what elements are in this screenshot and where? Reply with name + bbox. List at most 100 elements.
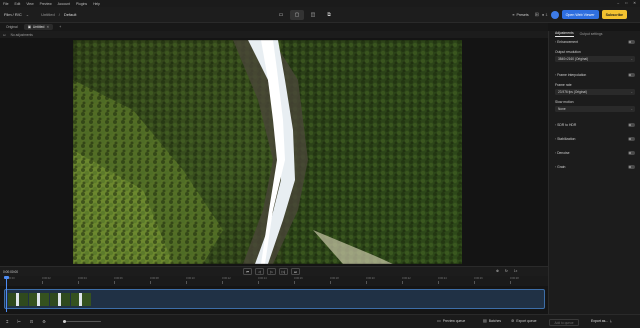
zoom-slider[interactable] [63,320,101,323]
trim-icon[interactable]: ⊢ [17,319,20,324]
window-controls: – □ ✕ [617,1,636,5]
clip-thumbnails [8,293,91,306]
section-enhancement[interactable]: › Enhancement [555,40,635,44]
frame-rate-select[interactable]: 23.976 fps (Original) ⌄ [555,89,635,95]
document-tabs: Original ▣ Untitled ✕ + [0,23,548,31]
ruler-tick: 0:00:22 [402,277,411,284]
adjustments-status: No adjustments [10,32,33,37]
ruler-tick: 0:00:04 [78,277,87,284]
collaborators[interactable]: ● 1 [542,12,548,17]
ruler-tick: 0:00:16 [294,277,303,284]
adjustments-panel: Adjustments Output settings › Enhancemen… [548,31,640,314]
close-tab-icon[interactable]: ✕ [46,25,49,29]
section-frame-interpolation[interactable]: › Frame interpolation [555,73,635,77]
frame-interpolation-toggle[interactable] [628,73,635,77]
video-track[interactable] [4,289,545,309]
split-icon[interactable]: ⌶ [6,319,8,324]
open-web-viewer-button[interactable]: Open Web Viewer [561,10,599,19]
chevron-right-icon: › [555,137,557,141]
sidebar-icon[interactable]: ⊟ [3,33,6,37]
side-by-side-icon[interactable]: ⧉ [322,10,336,20]
minimize-icon[interactable]: – [617,1,619,5]
tab-adjustments[interactable]: Adjustments [555,31,574,37]
section-grain[interactable]: › Grain [555,165,635,169]
menu-help[interactable]: Help [93,2,100,6]
project-name[interactable]: Film / R/C [4,12,22,17]
chevron-down-icon: ⌄ [630,90,633,94]
ruler-tick: 0:00:10 [186,277,195,284]
view-mode-toggle: ▭ ▢ ◫ ⧉ [274,10,336,20]
add-tab-button[interactable]: + [55,24,65,30]
step-back-icon[interactable]: ◁ [255,268,264,275]
section-label: Frame interpolation [557,73,587,77]
batches-button[interactable]: ▤ Batches [483,318,501,323]
menu-view[interactable]: View [26,2,33,6]
ruler-tick: 0:00:26 [474,277,483,284]
section-label: Output resolution [555,50,581,54]
close-icon[interactable]: ✕ [633,1,636,5]
grain-toggle[interactable] [628,165,635,169]
add-to-queue-button[interactable]: Add to queue [549,319,579,326]
menu-account[interactable]: Account [58,2,70,6]
tab-untitled[interactable]: ▣ Untitled ✕ [23,24,54,30]
export-icon: ⤓ [610,319,612,323]
tab-original[interactable]: Original [2,24,22,30]
skip-forward-icon[interactable]: ⏭ [291,268,300,275]
video-viewer[interactable] [0,38,548,266]
preview-queue-button[interactable]: ▭ Preview queue [437,318,465,323]
compare-icon[interactable]: ▢ [290,10,304,20]
ruler-tick: 0:00:06 [114,277,123,284]
export-queue-icon: ⊚ [511,318,515,323]
single-view-icon[interactable]: ▭ [274,10,288,20]
ruler-tick: 0:00:24 [438,277,447,284]
zoom-icon[interactable]: ⚙ [42,319,46,324]
enhancement-toggle[interactable] [628,40,635,44]
section-stabilization[interactable]: › Stabilization [555,137,635,141]
slow-motion-select[interactable]: None ⌄ [555,106,635,112]
section-frame-rate: Frame rate [555,83,635,87]
tab-untitled-label: Untitled [32,25,45,29]
export-queue-button[interactable]: ⊚ Export queue [511,318,537,323]
workspace-name[interactable]: Untitled [41,12,55,17]
section-name[interactable]: Default [64,12,77,17]
section-output-resolution: Output resolution [555,50,635,54]
stabilization-toggle[interactable] [628,137,635,141]
settings-icon[interactable]: ✲ [496,269,499,273]
sdr-to-hdr-toggle[interactable] [628,123,635,127]
export-queue-label: Export queue [516,318,537,323]
select-value: None [558,107,566,112]
section-denoise[interactable]: › Denoise [555,151,635,155]
tab-output-settings[interactable]: Output settings [580,32,603,36]
menu-file[interactable]: File [3,2,8,6]
transport-controls: ⏮ ◁ ▷ ▷| ⏭ [243,268,300,275]
menu-preview[interactable]: Preview [40,2,52,6]
play-icon[interactable]: ▷ [267,268,276,275]
menu-edit[interactable]: Edit [14,2,20,6]
subscribe-button[interactable]: Subscribe [601,10,627,19]
playback-speed[interactable]: 1x [514,269,518,273]
ruler-tick: 0:00:12 [222,277,231,284]
presets-button[interactable]: ≡ Presets [509,11,531,19]
timeline-ruler[interactable]: 0:00:00 0:00:02 0:00:04 0:00:06 0:00:08 0:00:… [0,276,548,286]
menu-plugins[interactable]: Plugins [76,2,87,6]
queue-icon: ▭ [437,318,441,323]
file-icon: ▣ [27,25,31,29]
output-resolution-select[interactable]: 3840×2160 (Original) ⌄ [555,56,635,62]
chevron-down-icon[interactable]: ⌄ [26,12,29,17]
crop-icon[interactable]: ⊡ [30,319,33,324]
step-forward-icon[interactable]: ▷| [279,268,288,275]
section-sdr-to-hdr[interactable]: › SDR to HDR [555,123,635,127]
denoise-toggle[interactable] [628,151,635,155]
presets-icon: ≡ [512,12,515,17]
maximize-icon[interactable]: □ [625,1,627,5]
loop-icon[interactable]: ↻ [505,269,508,273]
export-as-button[interactable]: Export as... ⤓ [591,319,612,323]
avatar[interactable] [550,10,559,19]
grid-icon[interactable]: ⊞ [535,12,539,18]
skip-back-icon[interactable]: ⏮ [243,268,252,275]
select-value: 23.976 fps (Original) [558,90,587,95]
chevron-right-icon: › [555,73,557,77]
split-view-icon[interactable]: ◫ [306,10,320,20]
playhead[interactable] [4,276,9,312]
timeline-toolbar: 0:00:00:00 ⏮ ◁ ▷ ▷| ⏭ ✲ ↻ 1x [0,266,548,276]
